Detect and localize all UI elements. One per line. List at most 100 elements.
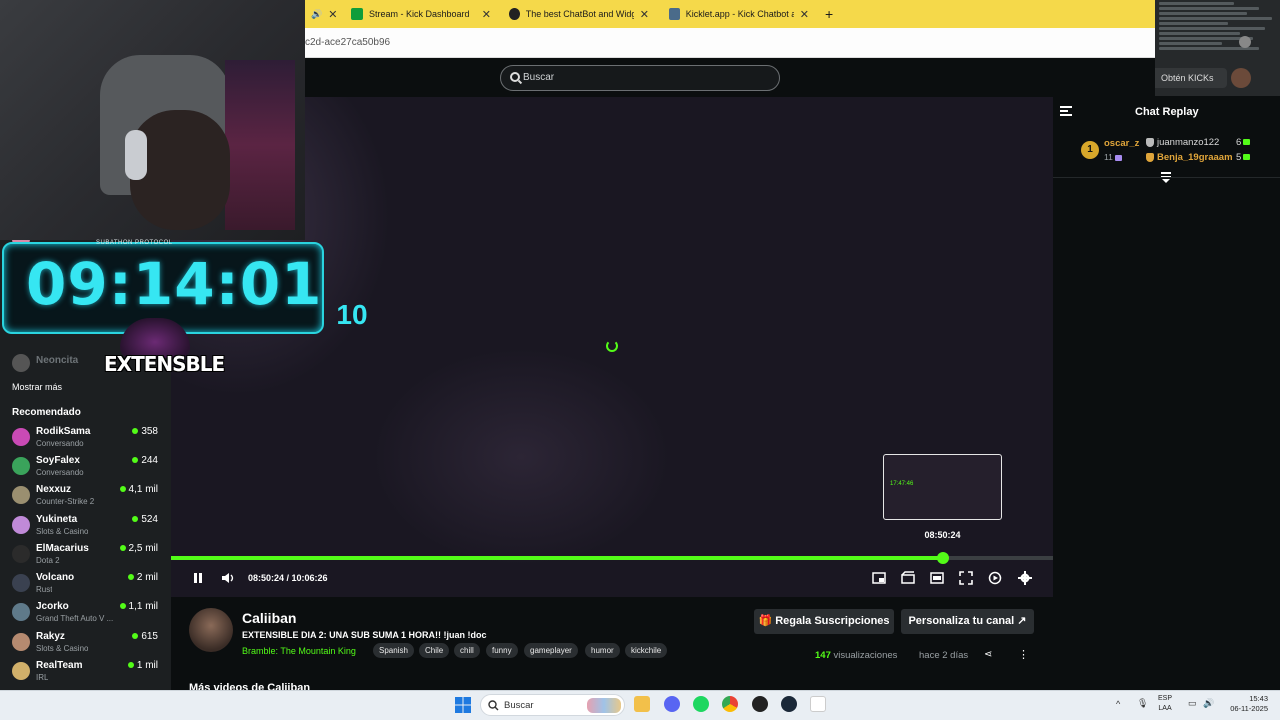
tag-chip[interactable]: gameplayer <box>524 643 578 658</box>
viewer-count: 524 <box>132 514 158 525</box>
share-icon[interactable]: ⋖ <box>984 649 992 660</box>
address-bar[interactable]: c2d-ace27ca50b96 <box>305 28 1155 58</box>
tag-chip[interactable]: funny <box>486 643 518 658</box>
channel-category: Conversando <box>36 439 84 448</box>
sidebar-item-recommended[interactable]: Nexxuz Counter-Strike 2 4,1 mil <box>12 482 162 510</box>
viewer-count: 358 <box>132 426 158 437</box>
tab-kicklet[interactable]: Kicklet.app - Kick Chatbot and ✕ <box>663 2 815 26</box>
viewer-count: 615 <box>132 631 158 642</box>
sidebar-item-recommended[interactable]: Volcano Rust 2 mil <box>12 570 162 598</box>
volume-icon[interactable] <box>221 571 235 585</box>
sidebar-item-recommended[interactable]: ElMacarius Dota 2 2,5 mil <box>12 541 162 569</box>
get-kicks-button[interactable]: Obtén KICKs <box>1155 68 1227 88</box>
chat-title: Chat Replay <box>1135 106 1199 118</box>
network-icon[interactable]: ▭ <box>1188 698 1197 709</box>
gifter-count: 6 <box>1236 137 1251 148</box>
sidebar-item-recommended[interactable]: RodikSama Conversando 358 <box>12 424 162 452</box>
more-options-icon[interactable]: ⋮ <box>1018 648 1029 661</box>
seek-bar-fill <box>171 556 943 560</box>
tab-kick-dashboard[interactable]: Stream - Kick Dashboard ✕ <box>345 2 497 26</box>
category-link[interactable]: Bramble: The Mountain King <box>242 646 356 656</box>
steam-icon[interactable] <box>781 696 797 712</box>
browser-tabbar: 🔊 ✕ Stream - Kick Dashboard ✕ The best C… <box>305 0 1155 28</box>
gifter-row[interactable]: Benja_19graaam <box>1146 152 1233 163</box>
channel-name: Rakyz <box>36 631 65 642</box>
tab-label: Stream - Kick Dashboard <box>369 9 470 19</box>
tab-botrix[interactable]: The best ChatBot and Widgets ✕ <box>503 2 655 26</box>
kick-icon <box>351 8 363 20</box>
sidebar-item-recommended[interactable]: Yukineta Slots & Casino 524 <box>12 512 162 540</box>
playback-speed-icon[interactable] <box>988 571 1002 585</box>
obs-icon[interactable] <box>752 696 768 712</box>
channel-name: Jcorko <box>36 601 69 612</box>
plus-icon: + <box>825 6 834 22</box>
sidebar-item-recommended[interactable]: Jcorko Grand Theft Auto V ... 1,1 mil <box>12 599 162 627</box>
search-highlight-icon <box>587 698 621 713</box>
channel-category: Slots & Casino <box>36 644 89 653</box>
input-language[interactable]: ESP LAA <box>1158 694 1172 714</box>
taskbar-search[interactable]: Buscar <box>480 694 625 716</box>
tag-chip[interactable]: humor <box>585 643 620 658</box>
tag-chip[interactable]: chill <box>454 643 480 658</box>
collapse-chat-icon[interactable] <box>1060 106 1072 116</box>
sidebar-item-recommended[interactable]: SoyFalex Conversando 244 <box>12 453 162 481</box>
channel-name: Volcano <box>36 572 75 583</box>
sidebar-item-neoncita[interactable]: Neoncita <box>12 350 162 378</box>
expand-leaderboard-icon[interactable] <box>1161 172 1171 183</box>
viewer-count: 2 mil <box>127 572 158 583</box>
gift-icon: 🎁 <box>758 615 776 627</box>
close-tab-icon[interactable]: ✕ <box>328 8 337 21</box>
pip-icon[interactable] <box>872 571 886 585</box>
channel-name[interactable]: Caliiban <box>242 610 296 626</box>
chevron-up-icon[interactable]: ^ <box>1116 699 1120 709</box>
sidebar-item-recommended[interactable]: Rakyz Slots & Casino 615 <box>12 629 162 657</box>
settings-gear-icon[interactable] <box>1018 571 1032 585</box>
discord-icon[interactable] <box>664 696 680 712</box>
search-icon <box>488 700 499 711</box>
user-avatar[interactable] <box>1231 68 1251 88</box>
close-tab-icon[interactable]: ✕ <box>482 8 491 21</box>
pause-icon[interactable] <box>191 571 205 585</box>
gift-subs-button[interactable]: 🎁 Regala Suscripciones <box>754 609 894 634</box>
gifter-row[interactable]: juanmanzo122 <box>1146 137 1219 148</box>
customize-channel-button[interactable]: Personaliza tu canal ↗ <box>901 609 1034 634</box>
close-tab-icon[interactable]: ✕ <box>640 8 649 21</box>
seek-bar[interactable] <box>171 552 1053 564</box>
sidebar-item-recommended[interactable]: RealTeam IRL 1 mil <box>12 658 162 686</box>
clip-icon[interactable] <box>901 571 915 585</box>
badge-icon <box>1146 137 1154 147</box>
viewer-count: 2,5 mil <box>119 543 158 554</box>
thumb-time: 17:47:46 <box>890 481 914 487</box>
app-icon[interactable] <box>810 696 826 712</box>
file-explorer-icon[interactable] <box>634 696 650 712</box>
avatar <box>12 428 30 446</box>
subathon-timer: 09:14:01 <box>26 250 323 318</box>
tag-chip[interactable]: Chile <box>419 643 450 658</box>
avatar <box>12 574 30 592</box>
fullscreen-icon[interactable] <box>959 571 973 585</box>
system-clock[interactable]: 15:43 06-11-2025 <box>1222 694 1268 714</box>
spotify-icon[interactable] <box>693 696 709 712</box>
close-tab-icon[interactable]: ✕ <box>800 8 809 21</box>
background-number: 10 <box>336 299 368 330</box>
streamer-webcam-overlay <box>0 0 305 240</box>
chrome-icon[interactable] <box>722 696 738 712</box>
tab-label: Kicklet.app - Kick Chatbot and <box>685 9 794 19</box>
search-input[interactable]: Buscar <box>500 65 780 91</box>
channel-category: Grand Theft Auto V ... <box>36 614 114 623</box>
channel-category: Conversando <box>36 468 84 477</box>
leader-name[interactable]: oscar_z <box>1104 138 1139 149</box>
tag-chip[interactable]: kickchile <box>625 643 668 658</box>
channel-avatar[interactable] <box>189 608 233 652</box>
show-more-link[interactable]: Mostrar más <box>12 382 62 392</box>
microphone-icon[interactable]: 🎙 <box>1137 698 1148 709</box>
channel-category: Rust <box>36 585 53 594</box>
volume-icon[interactable]: 🔊 <box>1203 698 1214 709</box>
theater-mode-icon[interactable] <box>930 571 944 585</box>
channel-category: Dota 2 <box>36 556 60 565</box>
new-tab-button[interactable]: + <box>819 2 839 26</box>
channel-name: SoyFalex <box>36 455 80 466</box>
tab-active-audio[interactable]: 🔊 ✕ <box>305 2 341 26</box>
tag-chip[interactable]: Spanish <box>373 643 414 658</box>
windows-start-icon[interactable] <box>455 697 471 713</box>
